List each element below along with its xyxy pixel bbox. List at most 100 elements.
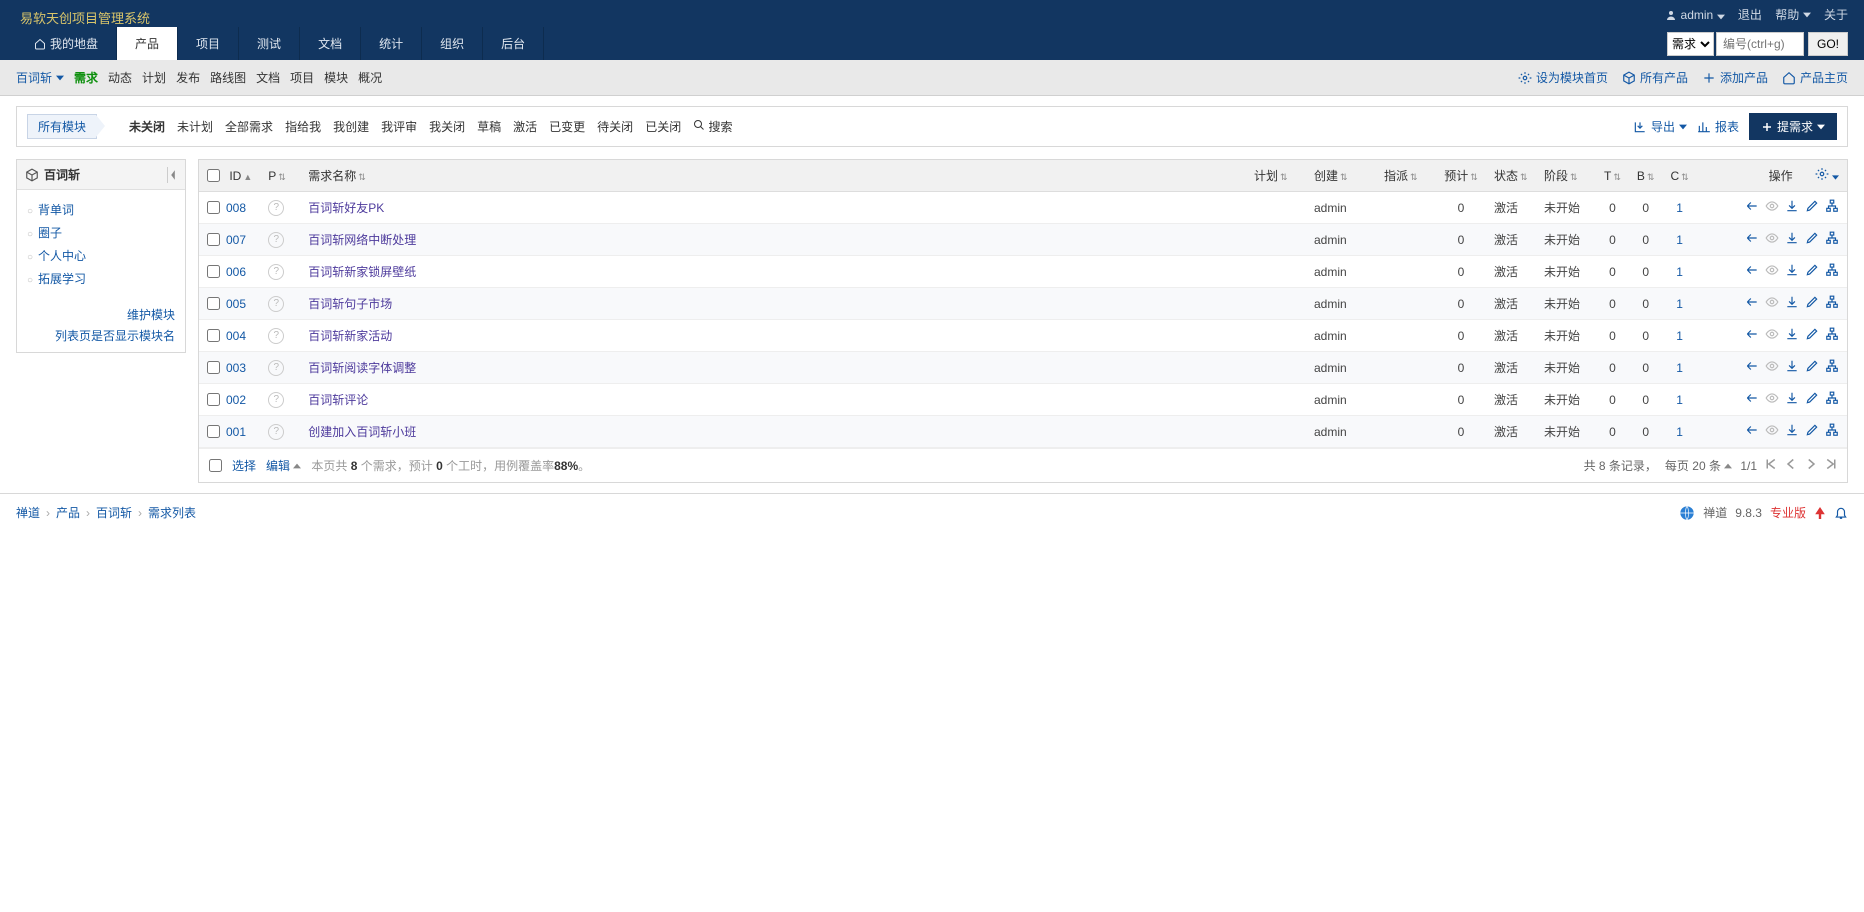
col-name[interactable]: 需求名称⇅ — [300, 160, 1246, 192]
module-tree-link[interactable]: 个人中心 — [38, 249, 86, 263]
collapse-sidebar-button[interactable] — [167, 167, 177, 183]
sub-nav-item[interactable]: 模块 — [324, 69, 348, 86]
row-checkbox[interactable] — [207, 329, 220, 342]
main-nav-tab-dashboard[interactable]: 我的地盘 — [16, 27, 117, 60]
filter-item[interactable]: 未计划 — [177, 118, 213, 135]
col-priority[interactable]: P⇅ — [260, 160, 300, 192]
action-change[interactable] — [1745, 423, 1759, 440]
row-id-link[interactable]: 003 — [226, 361, 246, 375]
sub-nav-item[interactable]: 文档 — [256, 69, 280, 86]
page-last-button[interactable] — [1825, 458, 1837, 473]
filter-item[interactable]: 我创建 — [333, 118, 369, 135]
maintain-modules-link[interactable]: 维护模块 — [27, 304, 175, 325]
col-estimate[interactable]: 预计⇅ — [1436, 160, 1486, 192]
action-edit[interactable] — [1805, 423, 1819, 440]
row-checkbox[interactable] — [207, 297, 220, 310]
sub-nav-item[interactable]: 路线图 — [210, 69, 246, 86]
sub-nav-item[interactable]: 发布 — [176, 69, 200, 86]
row-checkbox[interactable] — [207, 361, 220, 374]
breadcrumb-link[interactable]: 需求列表 — [148, 506, 196, 520]
col-stage[interactable]: 阶段⇅ — [1536, 160, 1596, 192]
action-subdivide[interactable] — [1825, 359, 1839, 376]
action-subdivide[interactable] — [1825, 295, 1839, 312]
col-creator[interactable]: 创建⇅ — [1306, 160, 1376, 192]
main-nav-tab-org[interactable]: 组织 — [422, 27, 483, 60]
action-edit[interactable] — [1805, 359, 1819, 376]
col-plan[interactable]: 计划⇅ — [1246, 160, 1306, 192]
action-review[interactable] — [1765, 231, 1779, 248]
logout-link[interactable]: 退出 — [1738, 8, 1762, 22]
col-t[interactable]: T⇅ — [1596, 160, 1629, 192]
col-status[interactable]: 状态⇅ — [1486, 160, 1536, 192]
product-home-link[interactable]: 产品主页 — [1782, 69, 1848, 86]
action-change[interactable] — [1745, 295, 1759, 312]
action-change[interactable] — [1745, 231, 1759, 248]
action-edit[interactable] — [1805, 327, 1819, 344]
bell-icon[interactable] — [1834, 506, 1848, 520]
action-edit[interactable] — [1805, 295, 1819, 312]
all-products-link[interactable]: 所有产品 — [1622, 69, 1688, 86]
action-change[interactable] — [1745, 327, 1759, 344]
module-tree-link[interactable]: 圈子 — [38, 226, 62, 240]
action-close[interactable] — [1785, 295, 1799, 312]
page-prev-button[interactable] — [1785, 458, 1797, 473]
add-product-link[interactable]: 添加产品 — [1702, 69, 1768, 86]
case-count-link[interactable]: 1 — [1676, 393, 1683, 407]
action-change[interactable] — [1745, 263, 1759, 280]
row-id-link[interactable]: 005 — [226, 297, 246, 311]
action-review[interactable] — [1765, 199, 1779, 216]
module-tree-link[interactable]: 拓展学习 — [38, 272, 86, 286]
case-count-link[interactable]: 1 — [1676, 361, 1683, 375]
module-tree-link[interactable]: 背单词 — [38, 203, 74, 217]
story-name-link[interactable]: 百词斩新家锁屏壁纸 — [308, 265, 416, 279]
search-type-select[interactable]: 需求 — [1667, 32, 1714, 56]
sub-nav-item[interactable]: 计划 — [142, 69, 166, 86]
filter-item[interactable]: 未关闭 — [129, 118, 165, 135]
main-nav-tab-doc[interactable]: 文档 — [300, 27, 361, 60]
main-nav-tab-project[interactable]: 项目 — [178, 27, 239, 60]
select-label[interactable]: 选择 — [232, 457, 256, 474]
action-change[interactable] — [1745, 359, 1759, 376]
col-settings[interactable] — [1807, 160, 1847, 192]
action-subdivide[interactable] — [1825, 423, 1839, 440]
report-link[interactable]: 报表 — [1697, 118, 1739, 135]
per-page-selector[interactable]: 每页 20 条 — [1665, 457, 1732, 474]
row-id-link[interactable]: 001 — [226, 425, 246, 439]
sub-nav-item[interactable]: 项目 — [290, 69, 314, 86]
row-id-link[interactable]: 006 — [226, 265, 246, 279]
product-selector[interactable]: 百词斩 — [16, 69, 64, 86]
filter-item[interactable]: 草稿 — [477, 118, 501, 135]
filter-search[interactable]: 搜索 — [693, 118, 732, 135]
row-checkbox[interactable] — [207, 233, 220, 246]
row-checkbox[interactable] — [207, 201, 220, 214]
about-link[interactable]: 关于 — [1824, 8, 1848, 22]
story-name-link[interactable]: 百词斩网络中断处理 — [308, 233, 416, 247]
arrow-up-icon[interactable] — [1814, 507, 1826, 519]
filter-item[interactable]: 我评审 — [381, 118, 417, 135]
help-link[interactable]: 帮助 — [1775, 8, 1810, 22]
row-checkbox[interactable] — [207, 425, 220, 438]
case-count-link[interactable]: 1 — [1676, 233, 1683, 247]
story-name-link[interactable]: 百词斩句子市场 — [308, 297, 392, 311]
case-count-link[interactable]: 1 — [1676, 329, 1683, 343]
filter-item[interactable]: 全部需求 — [225, 118, 273, 135]
search-input[interactable] — [1716, 32, 1804, 56]
action-review[interactable] — [1765, 423, 1779, 440]
sub-nav-item[interactable]: 概况 — [358, 69, 382, 86]
row-id-link[interactable]: 008 — [226, 201, 246, 215]
filter-item[interactable]: 待关闭 — [597, 118, 633, 135]
row-id-link[interactable]: 002 — [226, 393, 246, 407]
row-id-link[interactable]: 004 — [226, 329, 246, 343]
action-review[interactable] — [1765, 263, 1779, 280]
user-menu[interactable]: admin — [1665, 8, 1728, 22]
col-id[interactable]: ID▲ — [199, 160, 260, 192]
story-name-link[interactable]: 百词斩新家活动 — [308, 329, 392, 343]
case-count-link[interactable]: 1 — [1676, 201, 1683, 215]
col-assigned[interactable]: 指派⇅ — [1376, 160, 1436, 192]
action-close[interactable] — [1785, 231, 1799, 248]
select-all-footer-checkbox[interactable] — [209, 459, 222, 472]
case-count-link[interactable]: 1 — [1676, 265, 1683, 279]
main-nav-tab-stat[interactable]: 统计 — [361, 27, 422, 60]
main-nav-tab-product[interactable]: 产品 — [117, 27, 178, 60]
filter-item[interactable]: 我关闭 — [429, 118, 465, 135]
